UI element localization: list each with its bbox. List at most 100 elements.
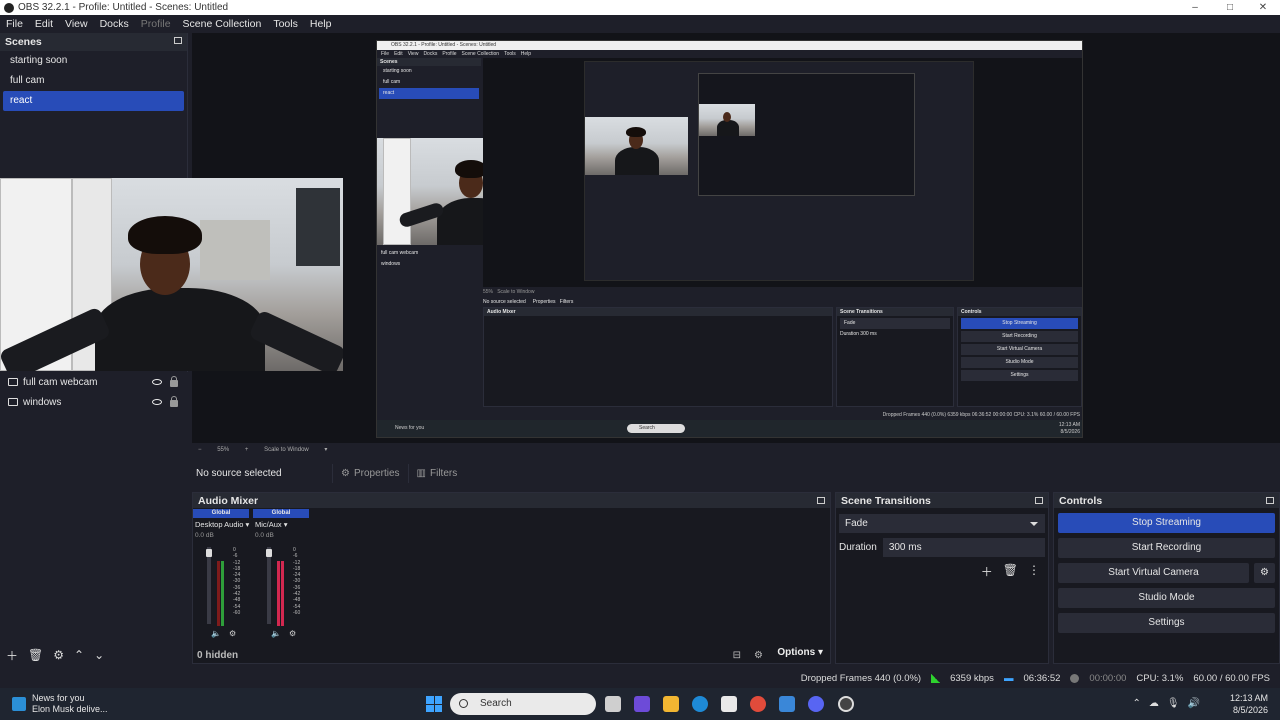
add-icon[interactable]: ＋ (981, 563, 993, 580)
clock[interactable]: 12:13 AM 8/5/2026 (1230, 692, 1268, 716)
undock-icon[interactable] (1035, 497, 1043, 504)
lock-icon[interactable] (170, 376, 178, 387)
scale-select[interactable]: Scale to Window (264, 447, 309, 453)
volume-fader[interactable] (206, 549, 212, 557)
store-icon[interactable] (721, 696, 737, 712)
dropped-frames: Dropped Frames 440 (0.0%) (800, 672, 922, 684)
source-item-windows[interactable]: windows (0, 392, 188, 412)
move-up-icon[interactable]: ⌃ (74, 648, 84, 662)
scene-item-react[interactable]: react (3, 91, 184, 111)
maximize-button[interactable]: □ (1215, 0, 1245, 15)
undock-icon[interactable] (1266, 497, 1274, 504)
gear-icon[interactable]: ⚙ (53, 648, 64, 662)
menu-help[interactable]: Help (304, 18, 338, 30)
menu-profile[interactable]: Profile (135, 18, 177, 30)
nested-preview (483, 58, 1082, 287)
level-meter (217, 561, 220, 626)
bitrate: 6359 kbps (950, 672, 994, 684)
level-meter (221, 561, 224, 626)
nested-menu: File Edit View Docks Profile Scene Collection… (381, 51, 532, 57)
visibility-eye-icon[interactable] (152, 399, 162, 405)
filters-button[interactable]: ▥ Filters (407, 464, 466, 483)
windows-start-icon[interactable] (426, 696, 442, 712)
copilot-icon[interactable] (634, 696, 650, 712)
windows-taskbar: News for you Elon Musk delive... Search … (0, 688, 1280, 720)
controls-title: Controls (1059, 494, 1103, 507)
scene-item-starting-soon[interactable]: starting soon (3, 51, 184, 71)
mute-icon[interactable]: 🔈⚙ (271, 629, 304, 638)
cpu-usage: CPU: 3.1% (1136, 672, 1184, 684)
volume-fader[interactable] (266, 549, 272, 557)
taskbar-search[interactable]: Search (450, 693, 596, 715)
gear-icon[interactable]: ⚙ (1254, 563, 1275, 583)
undock-icon[interactable] (174, 37, 182, 44)
source-label: full cam webcam (23, 376, 98, 388)
lock-icon[interactable] (170, 396, 178, 407)
meter-scale: 0 -6 -12 -18 -24 -30 -36 -42 -48 -54 -60 (233, 547, 241, 616)
chevron-down-icon[interactable]: ▾ (324, 447, 327, 453)
add-icon[interactable]: ＋ (6, 647, 18, 664)
webcam-source[interactable] (0, 178, 343, 371)
file-explorer-icon[interactable] (663, 696, 679, 712)
close-button[interactable]: ✕ (1248, 0, 1278, 15)
mute-icon[interactable]: 🔈⚙ (211, 629, 244, 638)
scene-transitions-dock: Scene Transitions Fade Duration 300 ms ＋… (835, 492, 1049, 664)
menu-view[interactable]: View (59, 18, 94, 30)
zoom-in-button[interactable]: + (245, 447, 249, 453)
tray-icons[interactable]: ⌃☁🎙🔊 (1132, 698, 1208, 709)
properties-button[interactable]: ⚙ Properties (332, 464, 408, 483)
menu-scene-collection[interactable]: Scene Collection (177, 18, 268, 30)
news-icon (12, 697, 26, 711)
captured-screen: OBS 32.2.1 - Profile: Untitled - Scenes:… (376, 40, 1083, 438)
menu-tools[interactable]: Tools (267, 18, 304, 30)
options-button[interactable]: Options ▾ (777, 647, 823, 658)
level-meter (281, 561, 284, 626)
preview-canvas[interactable]: OBS 32.2.1 - Profile: Untitled - Scenes:… (192, 33, 1280, 443)
settings-button[interactable]: Settings (1058, 613, 1275, 633)
minimize-button[interactable]: – (1180, 0, 1210, 15)
gear-icon[interactable]: ⚙ (754, 650, 763, 661)
stream-time: 06:36:52 (1023, 672, 1061, 684)
transition-select[interactable]: Fade (839, 514, 1045, 533)
trash-icon[interactable]: 🗑 (28, 648, 43, 662)
menu-file[interactable]: File (0, 18, 29, 30)
undock-icon[interactable] (817, 497, 825, 504)
channel-name[interactable]: Mic/Aux ▾ (253, 518, 309, 532)
stop-streaming-button[interactable]: Stop Streaming (1058, 513, 1275, 533)
menu-edit[interactable]: Edit (29, 18, 59, 30)
volume-slider[interactable] (267, 547, 271, 624)
search-icon (459, 699, 468, 708)
layout-icon[interactable]: ⊟ (733, 650, 741, 661)
more-icon[interactable]: ⋮ (1028, 563, 1040, 580)
source-label: windows (23, 396, 62, 408)
sources-dock: full cam webcam windows (0, 372, 188, 640)
chrome-icon[interactable] (750, 696, 766, 712)
discord-icon[interactable] (808, 696, 824, 712)
menu-docks[interactable]: Docks (94, 18, 135, 30)
volume-slider[interactable] (207, 547, 211, 624)
scene-item-full-cam[interactable]: full cam (3, 71, 184, 91)
edge-icon[interactable] (692, 696, 708, 712)
status-bar: Dropped Frames 440 (0.0%) 6359 kbps ▬ 06… (0, 668, 1280, 688)
source-item-webcam[interactable]: full cam webcam (0, 372, 188, 392)
channel-name[interactable]: Desktop Audio ▾ (193, 518, 249, 532)
move-down-icon[interactable]: ⌄ (94, 648, 104, 662)
mixer-channel-mic: Global Mic/Aux ▾ 0.0 dB 0 -6 -12 -18 -24 -30-… (253, 509, 309, 639)
photos-icon[interactable] (779, 696, 795, 712)
news-widget[interactable]: News for you Elon Musk delive... (0, 693, 400, 715)
obs-icon[interactable] (838, 696, 854, 712)
trash-icon[interactable]: 🗑 (1003, 563, 1018, 580)
start-virtual-camera-button[interactable]: Start Virtual Camera ⚙ (1058, 563, 1275, 583)
nested-taskbar: News for you Search 12:13 AM 8/5/2026 (377, 420, 1082, 437)
nested-panels: No source selected Properties Filters Au… (377, 297, 1082, 413)
duration-input[interactable]: 300 ms (882, 538, 1045, 557)
record-icon (1070, 673, 1080, 683)
visibility-eye-icon[interactable] (152, 379, 162, 385)
hidden-count: 0 hidden (197, 649, 239, 661)
start-recording-button[interactable]: Start Recording (1058, 538, 1275, 558)
task-view-icon[interactable] (605, 696, 621, 712)
stream-icon: ▬ (1003, 672, 1014, 684)
studio-mode-button[interactable]: Studio Mode (1058, 588, 1275, 608)
zoom-out-button[interactable]: − (198, 447, 202, 453)
window-titlebar: OBS 32.2.1 - Profile: Untitled - Scenes:… (0, 0, 1280, 15)
